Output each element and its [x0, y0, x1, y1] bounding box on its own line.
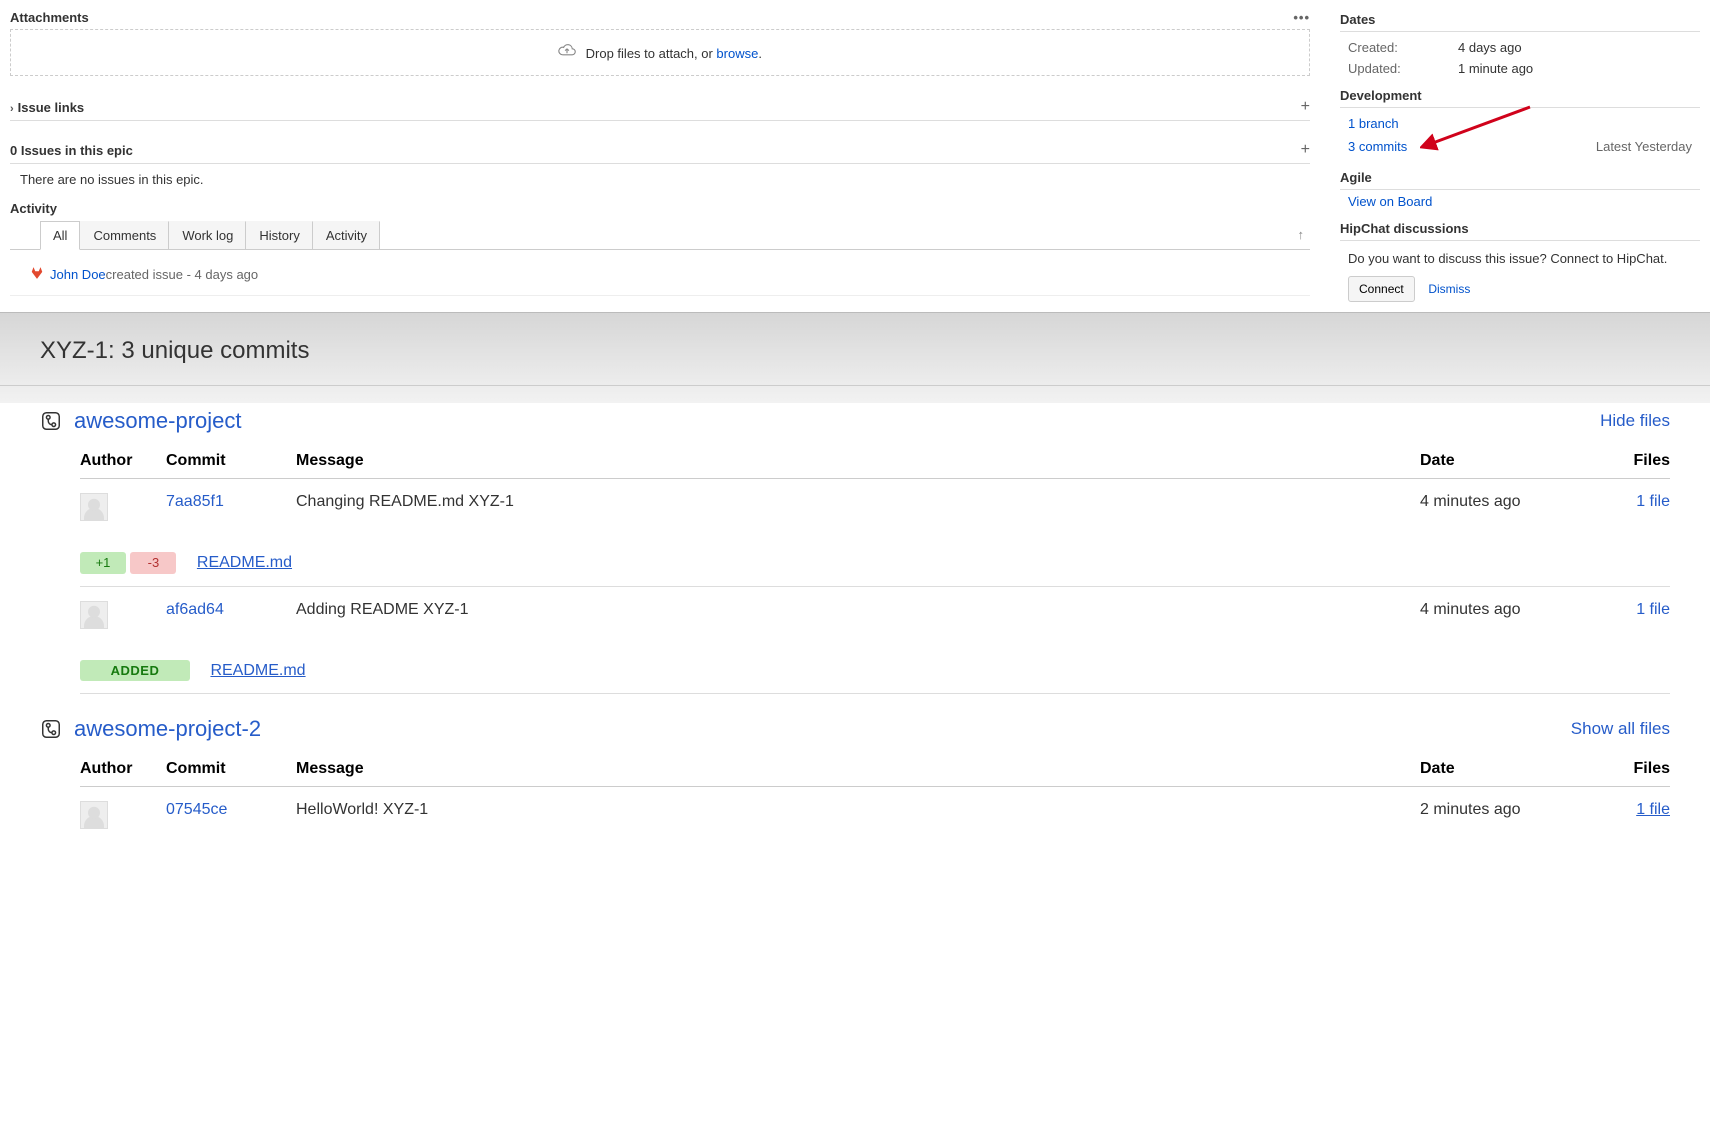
commit-date: 4 minutes ago [1420, 479, 1590, 539]
file-name-link[interactable]: README.md [197, 554, 292, 571]
add-issue-link-button[interactable]: + [1301, 98, 1310, 116]
tab-comments[interactable]: Comments [80, 221, 169, 249]
issue-links-header[interactable]: ›Issue links + [10, 92, 1310, 121]
tab-history[interactable]: History [246, 221, 312, 249]
avatar [80, 601, 108, 629]
project-name-link[interactable]: awesome-project-2 [74, 716, 261, 742]
repo-icon [40, 410, 62, 432]
file-name-link[interactable]: README.md [210, 662, 305, 679]
browse-link[interactable]: browse [716, 46, 758, 61]
commit-hash-link[interactable]: 07545ce [166, 801, 227, 818]
attachment-dropzone[interactable]: Drop files to attach, or browse. [10, 29, 1310, 76]
activity-entry: John Doe created issue - 4 days ago [10, 250, 1310, 296]
epic-empty-text: There are no issues in this epic. [10, 164, 1310, 201]
col-date: Date [1420, 444, 1590, 479]
commits-table: Author Commit Message Date Files 07545ce… [80, 752, 1670, 846]
diff-plus-badge: +1 [80, 552, 126, 574]
files-count-link[interactable]: 1 file [1636, 493, 1670, 510]
files-count-link[interactable]: 1 file [1636, 801, 1670, 818]
repo-icon [40, 718, 62, 740]
col-message: Message [296, 444, 1420, 479]
collapse-activity-icon[interactable]: ↑ [1292, 227, 1311, 242]
hipchat-dismiss-link[interactable]: Dismiss [1428, 282, 1470, 296]
commit-hash-link[interactable]: af6ad64 [166, 601, 224, 618]
tab-activity[interactable]: Activity [313, 221, 380, 249]
show-files-link[interactable]: Show all files [1571, 719, 1670, 739]
col-author: Author [80, 752, 166, 787]
tab-worklog[interactable]: Work log [169, 221, 246, 249]
hide-files-link[interactable]: Hide files [1600, 411, 1670, 431]
hipchat-heading: HipChat discussions [1340, 221, 1700, 241]
attachments-heading: Attachments ••• [10, 10, 1310, 25]
activity-author-link[interactable]: John Doe [50, 267, 106, 282]
file-change-row: ADDED README.md [80, 646, 1670, 694]
commit-date: 2 minutes ago [1420, 787, 1590, 847]
commit-message: Changing README.md XYZ-1 [296, 479, 1420, 539]
added-badge: ADDED [80, 660, 190, 682]
date-updated: Updated: 1 minute ago [1340, 55, 1700, 76]
commit-row: 07545ce HelloWorld! XYZ-1 2 minutes ago … [80, 787, 1670, 847]
activity-heading: Activity [10, 201, 1310, 216]
dev-branch-link[interactable]: 1 branch [1348, 116, 1399, 131]
commits-table: Author Commit Message Date Files 7aa85f1… [80, 444, 1670, 694]
dates-heading: Dates [1340, 12, 1700, 32]
col-commit: Commit [166, 752, 296, 787]
avatar [80, 801, 108, 829]
tab-all[interactable]: All [40, 221, 80, 250]
project-name-link[interactable]: awesome-project [74, 408, 242, 434]
epic-header: 0 Issues in this epic + [10, 135, 1310, 164]
dropzone-text: Drop files to attach, or [586, 46, 717, 61]
commit-row: 7aa85f1 Changing README.md XYZ-1 4 minut… [80, 479, 1670, 539]
file-change-row: +1 -3 README.md [80, 538, 1670, 586]
gitlab-icon [30, 266, 44, 283]
agile-heading: Agile [1340, 170, 1700, 190]
commit-message: HelloWorld! XYZ-1 [296, 787, 1420, 847]
epic-heading-text: 0 Issues in this epic [10, 143, 133, 158]
col-date: Date [1420, 752, 1590, 787]
files-count-link[interactable]: 1 file [1636, 601, 1670, 618]
activity-line: created issue - 4 days ago [106, 267, 258, 282]
col-author: Author [80, 444, 166, 479]
add-epic-issue-button[interactable]: + [1301, 141, 1310, 159]
dev-commits-link[interactable]: 3 commits [1348, 139, 1407, 154]
hipchat-connect-button[interactable]: Connect [1348, 276, 1415, 302]
commit-hash-link[interactable]: 7aa85f1 [166, 493, 224, 510]
cloud-upload-icon [558, 46, 580, 61]
col-files: Files [1590, 444, 1670, 479]
activity-tabs: All Comments Work log History Activity ↑ [10, 220, 1310, 250]
commits-title: XYZ-1: 3 unique commits [0, 313, 1710, 386]
col-message: Message [296, 752, 1420, 787]
commit-date: 4 minutes ago [1420, 586, 1590, 646]
chevron-right-icon: › [10, 103, 14, 115]
development-heading: Development [1340, 88, 1700, 108]
project-group: awesome-project-2 Show all files Author … [0, 694, 1710, 846]
attachments-more-icon[interactable]: ••• [1293, 10, 1310, 25]
commit-message: Adding README XYZ-1 [296, 586, 1420, 646]
hipchat-prompt: Do you want to discuss this issue? Conne… [1348, 251, 1692, 266]
col-files: Files [1590, 752, 1670, 787]
project-group: awesome-project Hide files Author Commit… [0, 386, 1710, 694]
dev-latest-text: Latest Yesterday [1596, 139, 1692, 154]
diff-minus-badge: -3 [130, 552, 176, 574]
commit-row: af6ad64 Adding README XYZ-1 4 minutes ag… [80, 586, 1670, 646]
col-commit: Commit [166, 444, 296, 479]
view-on-board-link[interactable]: View on Board [1348, 194, 1432, 209]
avatar [80, 493, 108, 521]
date-created: Created: 4 days ago [1340, 34, 1700, 55]
commits-panel: XYZ-1: 3 unique commits awesome-project … [0, 312, 1710, 876]
